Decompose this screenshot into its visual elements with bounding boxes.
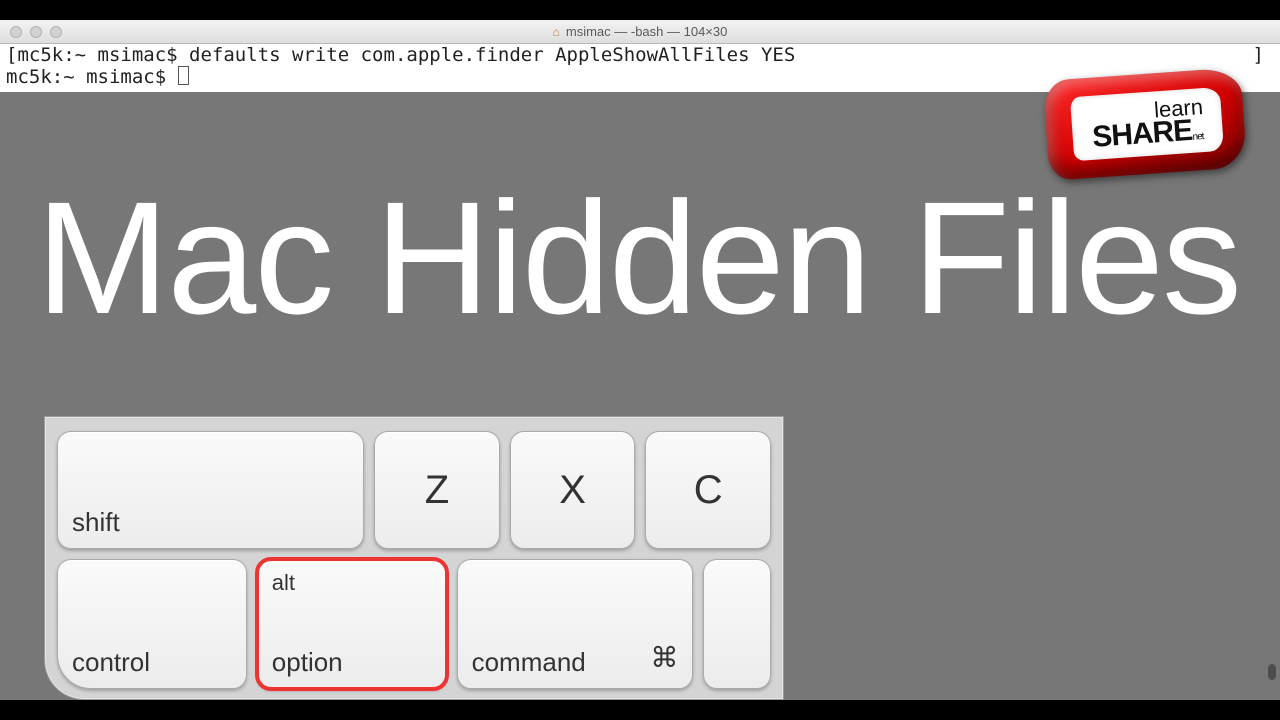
key-option[interactable]: alt option — [257, 559, 447, 689]
letterbox-bottom — [0, 700, 1280, 720]
window-title: ⌂ msimac — -bash — 104×30 — [0, 24, 1280, 39]
key-label: option — [272, 647, 432, 678]
logo-suffix: net — [1192, 131, 1204, 143]
key-z[interactable]: Z — [374, 431, 500, 549]
keyboard-panel: shift Z X C control alt option command ⌘ — [44, 416, 784, 700]
keyboard-row-1: shift Z X C — [57, 431, 771, 549]
letterbox-top — [0, 0, 1280, 20]
line1-close-bracket: ] — [1253, 44, 1264, 66]
scrollbar-thumb[interactable] — [1268, 664, 1276, 680]
vertical-scrollbar[interactable] — [1266, 44, 1278, 698]
keyboard-row-2: control alt option command ⌘ — [57, 559, 771, 689]
key-command[interactable]: command ⌘ — [457, 559, 694, 689]
key-label: control — [72, 647, 232, 678]
key-label: C — [694, 468, 723, 513]
window-titlebar: ⌂ msimac — -bash — 104×30 — [0, 20, 1280, 44]
overlay-title: Mac Hidden Files — [36, 178, 1260, 338]
brand-logo: learn SHAREnet — [1040, 64, 1250, 184]
terminal-line-2: mc5k:~ msimac$ — [6, 66, 178, 88]
key-c[interactable]: C — [645, 431, 771, 549]
cursor-icon — [178, 66, 189, 85]
terminal-line-1: mc5k:~ msimac$ defaults write com.apple.… — [17, 44, 795, 66]
key-x[interactable]: X — [510, 431, 636, 549]
window-title-text: msimac — -bash — 104×30 — [566, 24, 727, 39]
command-symbol-icon: ⌘ — [650, 641, 678, 674]
key-label: command — [472, 647, 679, 678]
key-label: X — [559, 468, 586, 513]
logo-line-2: SHAREnet — [1091, 117, 1204, 152]
logo-inner: learn SHAREnet — [1070, 87, 1224, 161]
key-blank[interactable] — [703, 559, 771, 689]
key-upper-label: alt — [272, 570, 295, 596]
line1-open-bracket: [ — [6, 44, 17, 66]
key-shift[interactable]: shift — [57, 431, 364, 549]
home-icon: ⌂ — [553, 25, 560, 39]
key-label: shift — [72, 507, 349, 538]
key-control[interactable]: control — [57, 559, 247, 689]
key-label: Z — [425, 468, 449, 513]
